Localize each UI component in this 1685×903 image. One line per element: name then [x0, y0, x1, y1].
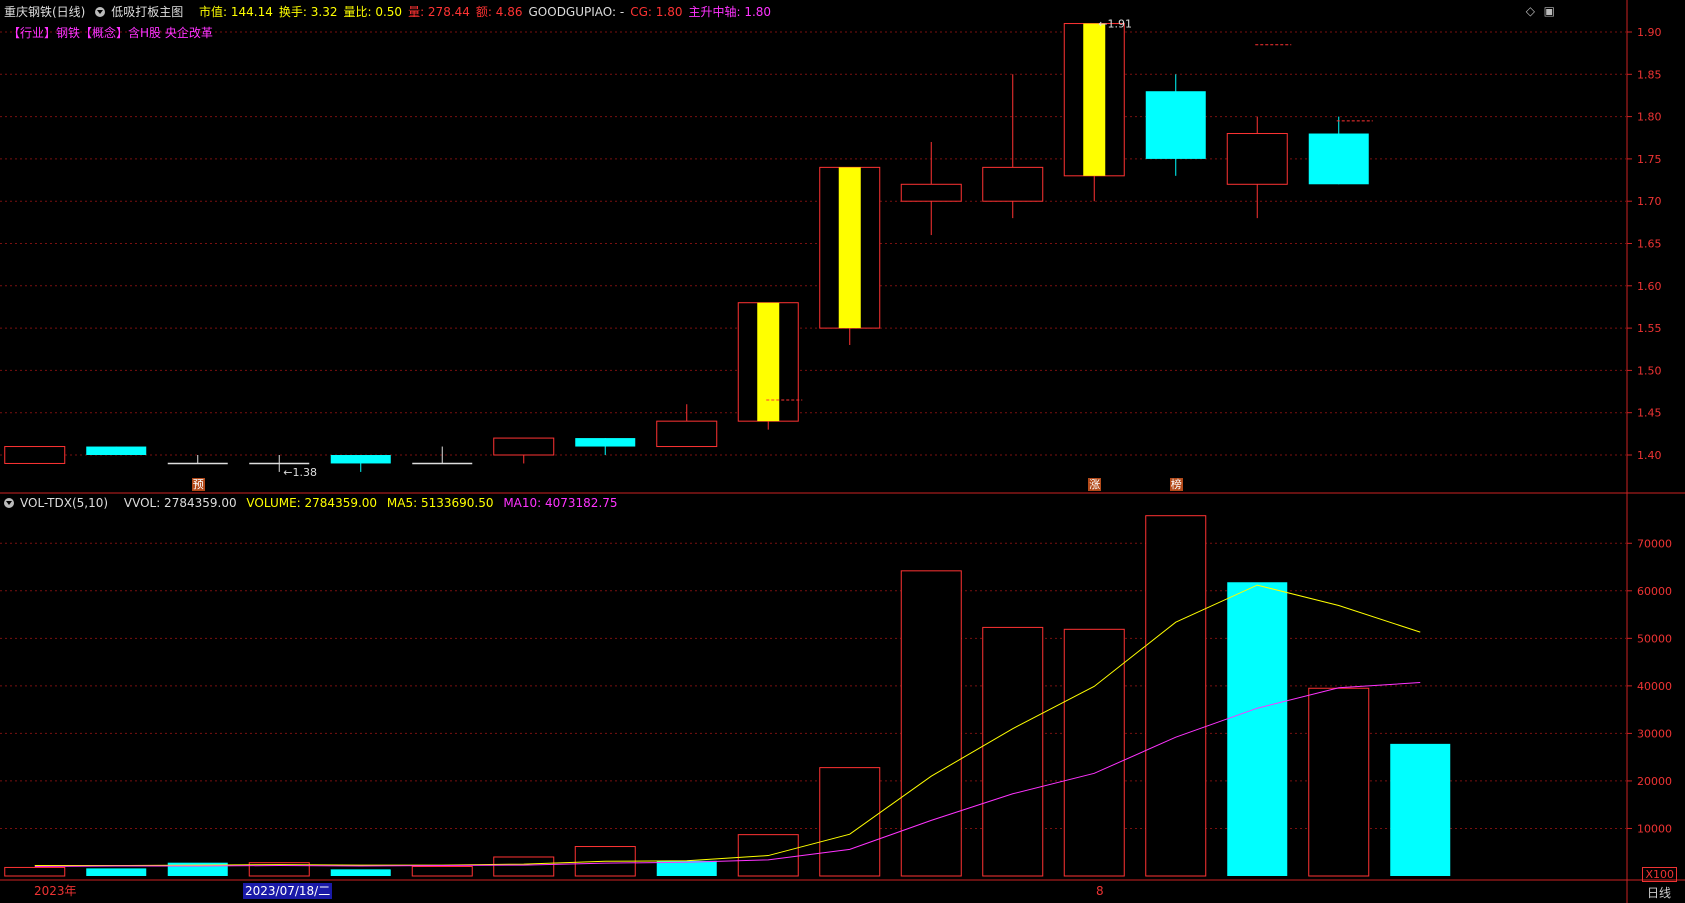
volume-bar [330, 869, 391, 876]
limit-up-bar [1083, 23, 1106, 176]
x-axis-mark: 8 [1096, 884, 1104, 898]
indicator-name: 低吸打板主图 [111, 5, 184, 19]
header-metric-6: CG: 1.80 [630, 5, 683, 19]
header-metric-3: 量: 278.44 [408, 5, 470, 19]
signal-badge: 预 [191, 478, 205, 491]
ma-line-ma5 [34, 584, 1421, 867]
candle-body [982, 166, 1044, 202]
volume-bar [900, 570, 962, 877]
candle-body [900, 183, 962, 202]
header-metric-4: 额: 4.86 [475, 5, 523, 19]
x-axis-year-label: 2023年 [34, 884, 77, 898]
diamond-icon[interactable]: ◇ [1526, 4, 1535, 18]
volume-bar [1145, 515, 1207, 877]
dropdown-icon[interactable] [95, 7, 106, 17]
price-tick-label: 1.45 [1637, 407, 1662, 420]
volume-tick-label: 50000 [1637, 632, 1672, 645]
header-metrics: 市值: 144.14 换手: 3.32 量比: 0.50 量: 278.44 额: 4.… [199, 5, 777, 19]
volume-tick-label: 40000 [1637, 680, 1672, 693]
volume-bar [1308, 687, 1370, 877]
volume-indicator-name: VOL-TDX(5,10) [20, 496, 109, 510]
chart-header: 重庆钢铁(日线) 低吸打板主图 市值: 144.14 换手: 3.32 量比: 0.… [4, 3, 783, 21]
price-tick-label: 1.65 [1637, 238, 1662, 251]
dropdown-icon[interactable] [4, 498, 14, 508]
candle-body [656, 420, 718, 448]
price-tick-label: 1.40 [1637, 449, 1662, 462]
price-tick-label: 1.60 [1637, 280, 1662, 293]
volume-bar [1390, 743, 1451, 876]
ma5-value: MA5: 5133690.50 [386, 496, 494, 510]
price-tick-label: 1.75 [1637, 153, 1662, 166]
volume-value: VOLUME: 2784359.00 [246, 496, 378, 510]
price-annotation: ←1.38 [283, 466, 317, 479]
limit-up-bar [757, 302, 780, 422]
signal-badge: 涨 [1088, 478, 1102, 491]
volume-bar [493, 856, 555, 877]
volume-header: VOL-TDX(5,10) VVOL: 2784359.00 VOLUME: 2… [4, 494, 624, 512]
price-tick-label: 1.85 [1637, 68, 1662, 81]
ma-line-ma10 [34, 682, 1421, 867]
price-annotation: ←1.91 [1098, 18, 1132, 31]
vvol-value: VVOL: 2784359.00 [123, 496, 237, 510]
limit-up-bar [838, 167, 861, 329]
volume-bar [86, 868, 147, 876]
candle-body [493, 437, 555, 456]
candle-body [330, 455, 391, 464]
period-label[interactable]: 日线 [1647, 884, 1671, 901]
header-metric-0: 市值: 144.14 [199, 5, 273, 19]
header-metric-1: 换手: 3.32 [278, 5, 338, 19]
stock-name[interactable]: 重庆钢铁(日线) [4, 5, 85, 19]
price-tick-label: 1.55 [1637, 322, 1662, 335]
candle-body [1226, 133, 1288, 185]
price-tick-label: 1.90 [1637, 26, 1662, 39]
volume-bar [1063, 628, 1125, 877]
candle-body [575, 438, 636, 447]
price-tick-label: 1.50 [1637, 364, 1662, 377]
header-metric-2: 量比: 0.50 [343, 5, 403, 19]
volume-bar [1227, 582, 1288, 876]
volume-unit-label[interactable]: X100 [1642, 867, 1677, 882]
signal-badge: 榜 [1169, 478, 1183, 491]
volume-tick-label: 30000 [1637, 727, 1672, 740]
volume-bar [819, 767, 881, 877]
volume-bar [4, 866, 66, 877]
volume-tick-label: 70000 [1637, 537, 1672, 550]
candle-body [86, 446, 147, 455]
volume-bar [656, 860, 717, 876]
price-tick-label: 1.70 [1637, 195, 1662, 208]
selected-date[interactable]: 2023/07/18/二 [243, 883, 333, 899]
volume-tick-label: 20000 [1637, 775, 1672, 788]
window-restore-icon[interactable]: ▣ [1544, 4, 1555, 18]
indicator-selector[interactable]: 低吸打板主图 [95, 5, 189, 19]
candle-body [4, 446, 66, 464]
volume-tick-label: 60000 [1637, 585, 1672, 598]
volume-bar [982, 626, 1044, 877]
stock-chart[interactable]: 1.40 1.45 1.50 1.55 1.60 1.65 1.70 1.75 1.80 1.85… [0, 0, 1685, 903]
candle-body [1145, 91, 1206, 159]
volume-tick-label: 10000 [1637, 822, 1672, 835]
volume-bar [411, 865, 473, 877]
ma10-value: MA10: 4073182.75 [503, 496, 618, 510]
volume-indicator[interactable]: VOL-TDX(5,10) [4, 496, 114, 510]
header-metric-7: 主升中轴: 1.80 [688, 5, 772, 19]
header-metric-5: GOODGUPIAO: - [528, 5, 625, 19]
sector-tags: 【行业】钢铁【概念】含H股 央企改革 [8, 26, 213, 40]
price-tick-label: 1.80 [1637, 111, 1662, 124]
candle-body [1308, 133, 1369, 185]
